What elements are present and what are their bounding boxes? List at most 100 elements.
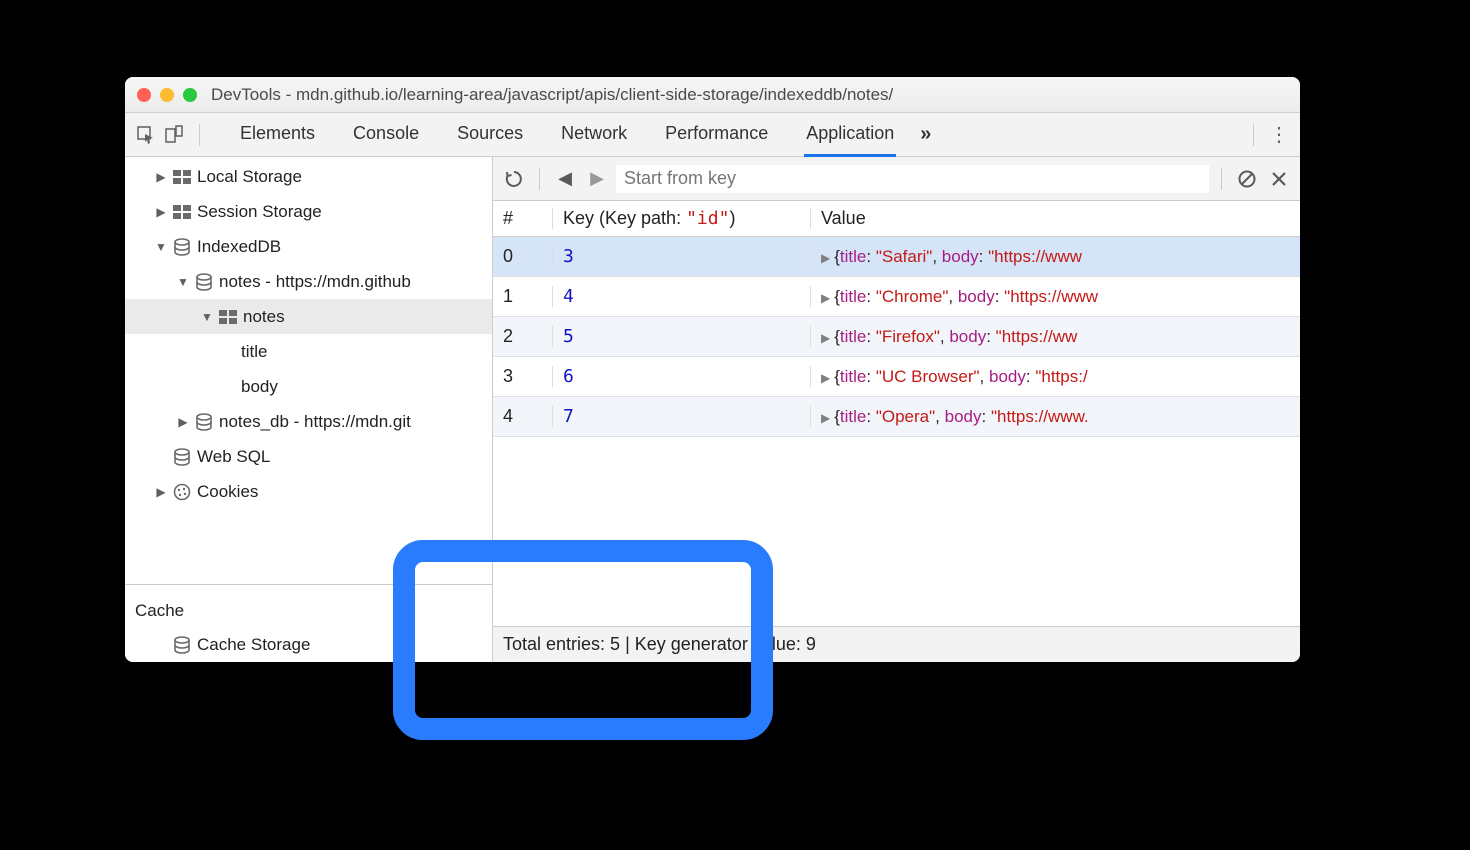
devtools-tabbar: Elements Console Sources Network Perform… [125,113,1300,157]
table-row[interactable]: 25▶{title: "Firefox", body: "https://ww [493,317,1300,357]
devtools-window: DevTools - mdn.github.io/learning-area/j… [125,77,1300,662]
sidebar-item-session-storage[interactable]: Session Storage [125,194,492,229]
tab-performance[interactable]: Performance [663,113,770,157]
sidebar-item-cache-storage[interactable]: Cache Storage [125,627,492,662]
cell-index: 1 [493,286,553,307]
cell-value: ▶{title: "UC Browser", body: "https:/ [811,367,1300,387]
minimize-window-button[interactable] [160,88,174,102]
cell-index: 3 [493,366,553,387]
panel-body: Local Storage Session Storage IndexedDB … [125,157,1300,662]
table-row[interactable]: 14▶{title: "Chrome", body: "https://www [493,277,1300,317]
expand-arrow-icon[interactable] [177,415,189,429]
sidebar-item-label: notes_db - https://mdn.git [219,412,411,432]
cell-key: 7 [553,406,811,427]
storage-grid-icon [219,310,237,324]
cell-index: 2 [493,326,553,347]
sidebar-item-local-storage[interactable]: Local Storage [125,159,492,194]
tab-sources[interactable]: Sources [455,113,525,157]
expand-arrow-icon[interactable]: ▶ [821,291,830,305]
database-icon [173,238,191,256]
delete-selected-button[interactable] [1266,166,1292,192]
sidebar-item-label: notes [243,307,285,327]
cell-value: ▶{title: "Safari", body: "https://www [811,247,1300,267]
status-bar: Total entries: 5 | Key generator value: … [493,626,1300,662]
col-header-value[interactable]: Value [811,208,1300,229]
traffic-lights [137,88,197,102]
tab-console[interactable]: Console [351,113,421,157]
sidebar-item-notes-db2[interactable]: notes_db - https://mdn.git [125,404,492,439]
sidebar-item-index-body[interactable]: body [125,369,492,404]
col-header-index[interactable]: # [493,208,553,229]
expand-arrow-icon[interactable] [201,310,213,324]
cell-key: 3 [553,246,811,267]
titlebar: DevTools - mdn.github.io/learning-area/j… [125,77,1300,113]
database-icon [195,413,213,431]
device-toolbar-icon[interactable] [163,124,185,146]
divider [1253,124,1254,146]
sidebar-item-notes-store[interactable]: notes [125,299,492,334]
kebab-menu-icon[interactable]: ⋮ [1268,124,1290,146]
expand-arrow-icon[interactable] [177,275,189,289]
close-window-button[interactable] [137,88,151,102]
sidebar-item-indexeddb[interactable]: IndexedDB [125,229,492,264]
expand-arrow-icon[interactable]: ▶ [821,331,830,345]
cell-key: 5 [553,326,811,347]
divider [539,168,540,190]
expand-arrow-icon[interactable]: ▶ [821,251,830,265]
cache-section-header: Cache [125,584,492,627]
start-from-key-input[interactable] [616,165,1209,193]
tab-network[interactable]: Network [559,113,629,157]
cell-value: ▶{title: "Firefox", body: "https://ww [811,327,1300,347]
expand-arrow-icon[interactable] [155,170,167,184]
sidebar-item-label: Cookies [197,482,258,502]
application-sidebar: Local Storage Session Storage IndexedDB … [125,157,493,662]
sidebar-item-web-sql[interactable]: Web SQL [125,439,492,474]
sidebar-item-label: Session Storage [197,202,322,222]
next-page-button[interactable]: ▶ [584,166,610,192]
storage-grid-icon [173,170,191,184]
main-panel: ◀ ▶ # Key (Key path: "id") Value [493,157,1300,662]
expand-arrow-icon[interactable]: ▶ [821,371,830,385]
divider [199,124,200,146]
storage-tree: Local Storage Session Storage IndexedDB … [125,157,492,584]
divider [1221,168,1222,190]
storage-grid-icon [173,205,191,219]
sidebar-item-notes-db[interactable]: notes - https://mdn.github [125,264,492,299]
table-body: 03▶{title: "Safari", body: "https://www1… [493,237,1300,437]
sidebar-item-cookies[interactable]: Cookies [125,474,492,509]
expand-arrow-icon[interactable] [155,485,167,499]
table-row[interactable]: 47▶{title: "Opera", body: "https://www. [493,397,1300,437]
panel-tabs: Elements Console Sources Network Perform… [238,113,896,157]
cell-value: ▶{title: "Opera", body: "https://www. [811,407,1300,427]
database-icon [173,636,191,654]
sidebar-item-label: notes - https://mdn.github [219,272,411,292]
zoom-window-button[interactable] [183,88,197,102]
cell-key: 6 [553,366,811,387]
tab-application[interactable]: Application [804,113,896,157]
expand-arrow-icon[interactable]: ▶ [821,411,830,425]
status-text: Total entries: 5 | Key generator value: … [503,634,816,655]
expand-arrow-icon[interactable] [155,205,167,219]
sidebar-item-label: body [241,377,278,397]
tab-elements[interactable]: Elements [238,113,317,157]
inspect-element-icon[interactable] [135,124,157,146]
cell-key: 4 [553,286,811,307]
window-title: DevTools - mdn.github.io/learning-area/j… [211,85,893,105]
table-row[interactable]: 03▶{title: "Safari", body: "https://www [493,237,1300,277]
idb-data-table: # Key (Key path: "id") Value 03▶{title: … [493,201,1300,626]
prev-page-button[interactable]: ◀ [552,166,578,192]
sidebar-item-label: Local Storage [197,167,302,187]
idb-toolbar: ◀ ▶ [493,157,1300,201]
tabs-overflow-button[interactable]: » [920,123,931,146]
refresh-button[interactable] [501,166,527,192]
expand-arrow-icon[interactable] [155,240,167,254]
sidebar-item-index-title[interactable]: title [125,334,492,369]
col-header-key[interactable]: Key (Key path: "id") [553,208,811,229]
cell-index: 0 [493,246,553,267]
clear-object-store-button[interactable] [1234,166,1260,192]
table-header: # Key (Key path: "id") Value [493,201,1300,237]
database-icon [195,273,213,291]
sidebar-item-label: Cache Storage [197,635,310,655]
table-row[interactable]: 36▶{title: "UC Browser", body: "https:/ [493,357,1300,397]
sidebar-item-label: Web SQL [197,447,270,467]
